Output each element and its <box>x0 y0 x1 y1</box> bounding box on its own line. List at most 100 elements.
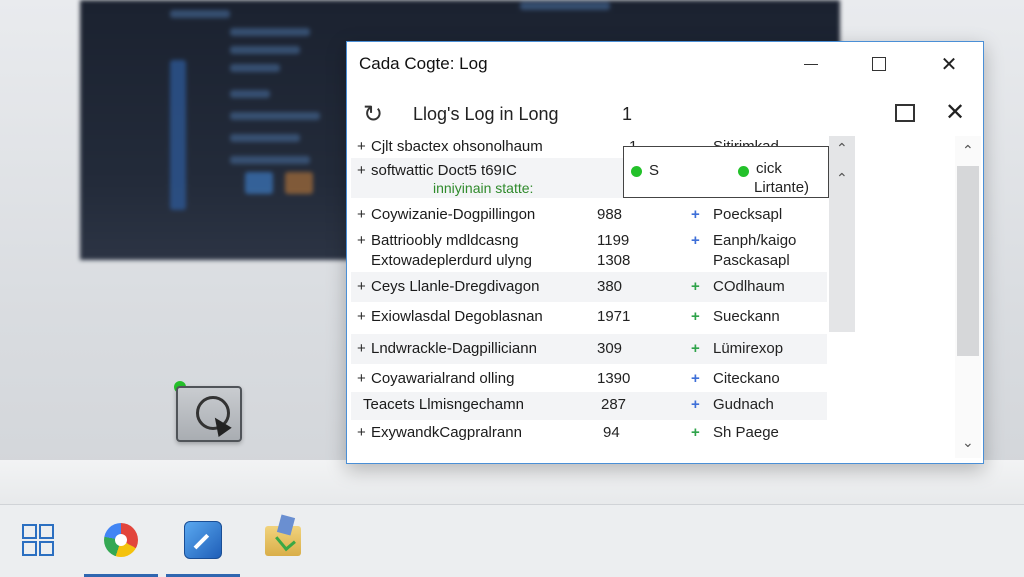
popup-right-sub: Lirtante) <box>754 179 810 196</box>
expand-icon[interactable]: + <box>357 162 366 179</box>
list-item[interactable]: + ExywandkCagpralrann 94 + Sh Paege <box>351 420 827 450</box>
log-window: Cada Cogte: Log ✕ ↻ Llog's Log in Long 1… <box>346 41 984 464</box>
background-code-block <box>245 172 273 194</box>
taskbar-editor[interactable] <box>166 505 240 577</box>
background-desk <box>0 460 1024 510</box>
scrollbar-thumb[interactable] <box>957 166 979 356</box>
expand-icon[interactable]: + <box>357 232 366 249</box>
close-button[interactable]: ✕ <box>917 42 981 86</box>
browser-icon <box>104 522 138 557</box>
item-count: 287 <box>601 396 627 413</box>
status-mark-icon: + <box>691 340 700 357</box>
background-code-line <box>170 10 230 18</box>
list-item[interactable]: + Lndwrackle-Dagpilliciann 309 + Lümirex… <box>351 334 827 364</box>
item-count: 309 <box>597 340 623 357</box>
list-item[interactable]: Teacets Llmisngechamn 287 + Gudnach <box>351 392 827 420</box>
background-code-block <box>285 172 313 194</box>
status-popup[interactable]: S cick Lirtante) <box>623 146 829 198</box>
log-count: 1 <box>622 104 633 124</box>
item-name: Cjlt sbactex ohsonolhaum <box>371 138 543 155</box>
log-panel-title: Llog's Log in Long <box>413 104 559 124</box>
folder-icon <box>265 526 301 556</box>
panel-close-icon[interactable]: ✕ <box>945 98 965 127</box>
expand-icon[interactable]: + <box>357 278 366 295</box>
item-count: 1390 <box>597 370 631 387</box>
background-code-line <box>230 64 280 72</box>
item-count-secondary: 1308 <box>597 252 631 269</box>
item-name: Battrioobly mdldcasng <box>371 232 519 249</box>
taskbar-browser[interactable] <box>84 505 158 577</box>
list-item[interactable]: + Battrioobly mdldcasng Extowadeplerdurd… <box>351 228 827 272</box>
background-code-line <box>230 46 300 54</box>
background-code-line <box>520 2 610 10</box>
window-title: Cada Cogte: Log <box>359 54 488 73</box>
taskbar <box>0 504 1024 577</box>
background-code-line <box>230 112 320 120</box>
popup-left-label: S <box>649 162 660 179</box>
status-mark-icon: + <box>691 308 700 325</box>
item-name: Ceys Llanle-Dregdivagon <box>371 278 540 295</box>
scroll-up-icon[interactable]: ⌃ <box>836 170 848 187</box>
list-item[interactable]: + Exiowlasdal Degoblasnan 1971 + Sueckan… <box>351 302 827 334</box>
maximize-button[interactable] <box>847 42 911 86</box>
status-mark-icon: + <box>691 424 700 441</box>
item-count: 380 <box>597 278 623 295</box>
expand-icon[interactable]: + <box>357 370 366 387</box>
inner-scrollbar[interactable]: ⌃ ⌃ <box>829 136 855 332</box>
log-list: + Cjlt sbactex ohsonolhaum 1 Sitirimkad … <box>351 136 829 458</box>
expand-icon[interactable]: + <box>357 308 366 325</box>
panel-maximize-icon[interactable] <box>895 104 915 122</box>
side-panel <box>857 136 953 458</box>
minimize-icon <box>804 63 818 65</box>
green-status-dot <box>631 166 642 177</box>
expand-icon[interactable]: + <box>357 424 366 441</box>
expand-icon[interactable]: + <box>357 340 366 357</box>
windows-icon <box>22 524 56 558</box>
item-status: Sueckann <box>713 308 780 325</box>
item-note: inniyinain statte: <box>433 180 534 196</box>
outer-scrollbar[interactable]: ⌃ ⌄ <box>955 136 981 458</box>
list-item[interactable]: + Ceys Llanle-Dregdivagon 380 + COdlhaum <box>351 272 827 302</box>
list-item[interactable]: + Coywizanie-Dogpillingon 988 + Poecksap… <box>351 198 827 228</box>
expand-icon[interactable]: + <box>357 206 366 223</box>
scroll-up-icon[interactable]: ⌃ <box>962 142 974 159</box>
item-status: Eanph/kaigo <box>713 232 797 249</box>
background-code-line <box>230 134 300 142</box>
item-count: 1199 <box>597 232 630 249</box>
expand-icon[interactable]: + <box>357 138 366 155</box>
item-status: Citeckano <box>713 370 780 387</box>
background-code-line <box>230 28 310 36</box>
green-status-dot <box>738 166 749 177</box>
item-count: 94 <box>603 424 620 441</box>
list-item[interactable]: + Coyawarialrand olling 1390 + Citeckano <box>351 364 827 392</box>
item-name: ExywandkCagpralrann <box>371 424 522 441</box>
status-mark-icon: + <box>691 396 700 413</box>
item-name: Exiowlasdal Degoblasnan <box>371 308 543 325</box>
background-code-line <box>230 90 270 98</box>
status-mark-icon: + <box>691 278 700 295</box>
item-status-secondary: Pasckasapl <box>713 252 790 269</box>
item-name: softwattic Doct5 t69IC <box>371 162 517 179</box>
scroll-down-icon[interactable]: ⌄ <box>962 434 974 451</box>
editor-icon <box>184 520 222 559</box>
scroll-up-icon[interactable]: ⌃ <box>836 140 848 157</box>
item-status: Sh Paege <box>713 424 779 441</box>
background-code-gutter <box>170 60 186 210</box>
window-titlebar: Cada Cogte: Log ✕ <box>347 42 983 86</box>
minimize-button[interactable] <box>779 42 843 86</box>
desktop-shortcut-icon[interactable] <box>176 386 242 442</box>
refresh-icon[interactable]: ↻ <box>363 100 383 129</box>
item-status: COdlhaum <box>713 278 785 295</box>
item-name-secondary: Extowadeplerdurd ulyng <box>371 252 532 269</box>
item-status: Poecksapl <box>713 206 783 223</box>
item-name: Teacets Llmisngechamn <box>363 396 524 413</box>
taskbar-folder[interactable] <box>246 505 320 577</box>
maximize-icon <box>872 57 886 71</box>
close-icon: ✕ <box>940 53 958 76</box>
item-count: 988 <box>597 206 623 223</box>
item-status: Lümirexop <box>713 340 784 357</box>
item-name: Coyawarialrand olling <box>371 370 515 387</box>
item-count: 1971 <box>597 308 631 325</box>
start-button[interactable] <box>2 505 76 577</box>
status-mark-icon: + <box>691 370 700 387</box>
